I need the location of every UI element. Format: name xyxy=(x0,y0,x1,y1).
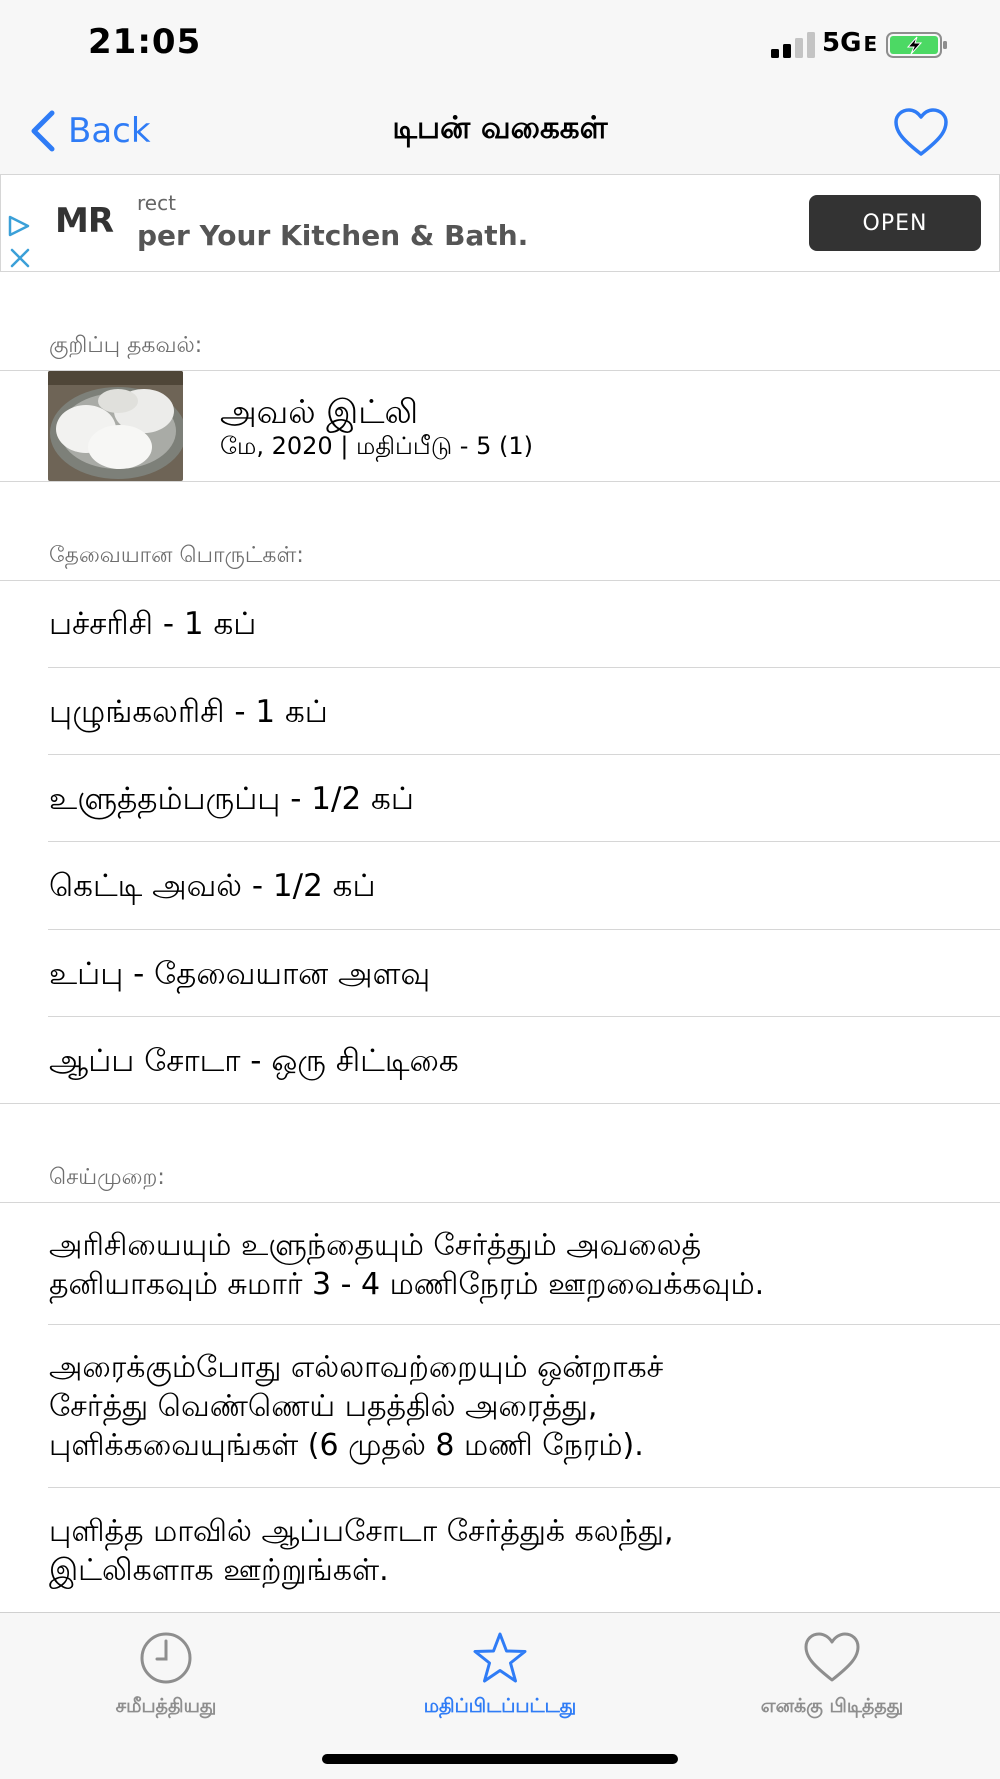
network-suffix: E xyxy=(863,32,878,56)
ad-close-icon[interactable] xyxy=(9,247,31,269)
divider xyxy=(48,754,1000,755)
tab-rated[interactable]: மதிப்பிடப்பட்டது xyxy=(370,1631,630,1720)
recipe-thumbnail xyxy=(48,371,183,481)
divider xyxy=(0,1202,1000,1203)
ingredient-item: கெட்டி அவல் - 1/2 கப் xyxy=(49,868,376,904)
recipe-name: அவல் இட்லி xyxy=(220,392,419,431)
home-indicator[interactable] xyxy=(322,1754,678,1764)
cellular-signal-icon xyxy=(771,32,815,58)
ad-headline: ​per Your Kitchen & Bath. xyxy=(137,219,529,252)
ingredient-item: பச்சரிசி - 1 கப் xyxy=(49,606,257,642)
recipe-info-header: குறிப்பு தகவல்: xyxy=(49,333,203,358)
ingredient-item: உப்பு - தேவையான அளவு xyxy=(49,956,431,992)
back-label: Back xyxy=(68,111,151,151)
divider xyxy=(48,667,1000,668)
clock-icon xyxy=(140,1632,192,1684)
recipe-meta: மே, 2020 | மதிப்பீடு - 5 (1) xyxy=(220,432,533,460)
navigation-bar: Back டிபன் வகைகள் xyxy=(0,88,1000,174)
ingredient-item: புழுங்கலரிசி - 1 கப் xyxy=(49,694,328,730)
ad-small-text: rect xyxy=(137,191,176,215)
page-title: டிபன் வகைகள் xyxy=(392,110,608,146)
divider xyxy=(48,841,1000,842)
tab-bar: சமீபத்தியது மதிப்பிடப்பட்டது எனக்கு பிடி… xyxy=(0,1612,1000,1779)
ingredients-header: தேவையான பொருட்கள்: xyxy=(49,543,304,568)
divider xyxy=(48,1016,1000,1017)
back-button[interactable]: Back xyxy=(28,108,151,154)
network-indicator: 5G E xyxy=(822,28,877,58)
tab-recent[interactable]: சமீபத்தியது xyxy=(36,1631,296,1720)
ingredient-item: உளுத்தம்பருப்பு - 1/2 கப் xyxy=(49,781,414,817)
heart-icon xyxy=(804,1632,860,1682)
method-header: செய்முறை: xyxy=(49,1165,165,1190)
method-step: புளித்த மாவில் ஆப்பசோடா சேர்த்துக் கலந்த… xyxy=(49,1514,674,1588)
star-icon xyxy=(473,1632,527,1683)
battery-charging-icon xyxy=(886,32,947,58)
ingredient-item: ஆப்ப சோடா - ஒரு சிட்டிகை xyxy=(49,1043,459,1079)
ad-open-button[interactable]: OPEN xyxy=(809,195,981,251)
tab-favorites[interactable]: எனக்கு பிடித்தது xyxy=(702,1631,962,1720)
divider xyxy=(0,580,1000,581)
ad-banner[interactable]: MR rect ​per Your Kitchen & Bath. OPEN xyxy=(0,174,1000,272)
favorite-heart-icon[interactable] xyxy=(893,108,949,158)
method-step: அரைக்கும்போது எல்லாவற்றையும் ஒன்றாகச் சே… xyxy=(49,1350,664,1463)
divider xyxy=(48,1324,1000,1325)
network-type: 5G xyxy=(822,28,862,58)
tab-rated-label: மதிப்பிடப்பட்டது xyxy=(423,1695,577,1717)
tab-recent-label: சமீபத்தியது xyxy=(115,1695,217,1717)
ad-logo: MR xyxy=(55,201,114,241)
divider xyxy=(0,1103,1000,1104)
tab-favorites-label: எனக்கு பிடித்தது xyxy=(760,1695,904,1717)
divider xyxy=(48,1487,1000,1488)
status-time: 21:05 xyxy=(88,22,202,62)
status-bar: 21:05 5G E xyxy=(0,0,1000,88)
ad-choices-icon[interactable] xyxy=(7,215,31,237)
divider xyxy=(0,481,1000,482)
method-step: அரிசியையும் உளுந்தையும் சேர்த்தும் அவலைத… xyxy=(49,1228,765,1302)
chevron-left-icon xyxy=(31,110,55,152)
divider xyxy=(48,929,1000,930)
